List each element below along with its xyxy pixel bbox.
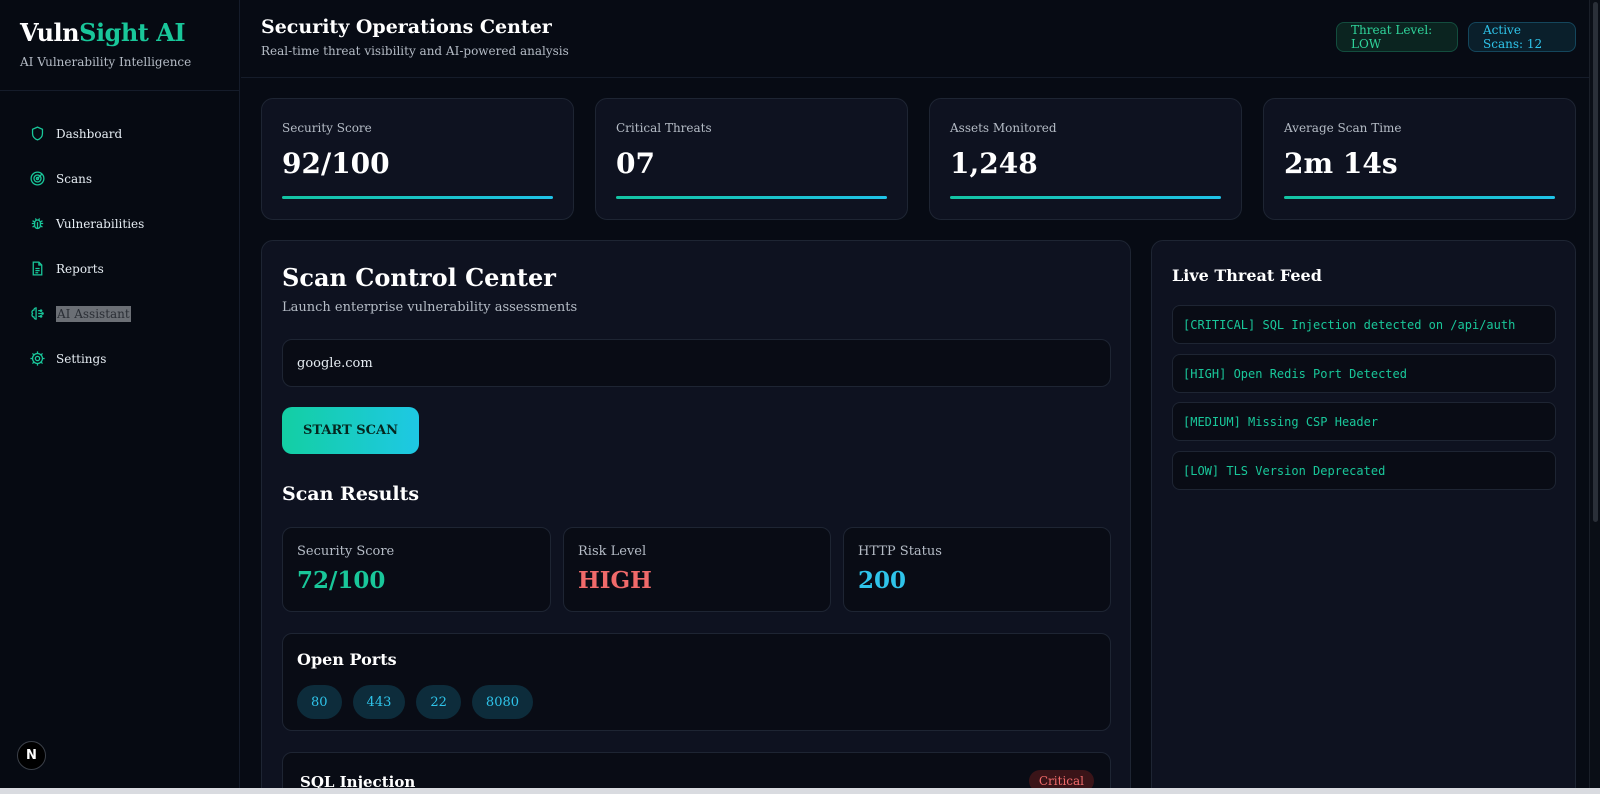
open-ports-card: Open Ports 80 443 22 8080 [282, 633, 1111, 731]
sidebar-item-label: Dashboard [56, 126, 123, 141]
result-label: Risk Level [578, 544, 647, 559]
vertical-scrollbar[interactable] [1589, 0, 1600, 794]
stat-value: 2m 14s [1284, 147, 1398, 180]
threat-feed-title: Live Threat Feed [1172, 266, 1322, 285]
sidebar-item-reports[interactable]: Reports [0, 246, 239, 291]
page-header: Security Operations Center Real-time thr… [241, 0, 1600, 78]
stat-label: Security Score [282, 121, 372, 135]
sidebar-item-vulnerabilities[interactable]: Vulnerabilities [0, 201, 239, 246]
active-scans-badge: Active Scans: 12 [1468, 22, 1576, 52]
threat-level-badge: Threat Level: LOW [1336, 22, 1458, 52]
scan-panel-title: Scan Control Center [282, 263, 556, 292]
radar-icon [28, 170, 46, 188]
stat-label: Critical Threats [616, 121, 712, 135]
bottom-taskbar-strip [0, 788, 1600, 794]
result-value: 200 [858, 567, 907, 594]
port-chip: 443 [352, 685, 406, 719]
stat-card-security-score: Security Score 92/100 [261, 98, 574, 220]
brand-name-part2: Sight AI [79, 18, 186, 47]
scan-control-panel: Scan Control Center Launch enterprise vu… [261, 240, 1131, 794]
page-subtitle: Real-time threat visibility and AI-power… [261, 44, 569, 58]
result-value: 72/100 [297, 567, 386, 594]
stat-card-average-scan-time: Average Scan Time 2m 14s [1263, 98, 1576, 220]
sidebar-item-ai-assistant[interactable]: AI Assistant [0, 291, 239, 336]
dev-tools-badge[interactable]: N [17, 741, 46, 770]
app-root: VulnSight AI AI Vulnerability Intelligen… [0, 0, 1600, 794]
brand-logo[interactable]: VulnSight AI [20, 18, 219, 47]
feed-item[interactable]: [LOW] TLS Version Deprecated [1172, 451, 1556, 490]
open-ports-title: Open Ports [297, 650, 397, 669]
sidebar-item-dashboard[interactable]: Dashboard [0, 111, 239, 156]
stat-label: Assets Monitored [950, 121, 1057, 135]
sidebar-item-label: Reports [56, 261, 104, 276]
brain-icon [28, 305, 46, 323]
gear-icon [28, 350, 46, 368]
scan-target-input[interactable] [282, 339, 1111, 387]
start-scan-button[interactable]: START SCAN [282, 407, 419, 454]
result-card-risk-level: Risk Level HIGH [563, 527, 831, 612]
scan-panel-subtitle: Launch enterprise vulnerability assessme… [282, 300, 578, 315]
shield-icon [28, 125, 46, 143]
sidebar-item-scans[interactable]: Scans [0, 156, 239, 201]
live-threat-feed: Live Threat Feed [CRITICAL] SQL Injectio… [1151, 240, 1576, 794]
feed-item[interactable]: [CRITICAL] SQL Injection detected on /ap… [1172, 305, 1556, 344]
port-chip: 22 [416, 685, 461, 719]
stat-card-critical-threats: Critical Threats 07 [595, 98, 908, 220]
sidebar-item-label: Scans [56, 171, 92, 186]
result-label: Security Score [297, 544, 395, 559]
stat-value: 1,248 [950, 147, 1038, 180]
sidebar-item-label: Vulnerabilities [56, 216, 145, 231]
bug-icon [28, 215, 46, 233]
sidebar-item-label: AI Assistant [56, 305, 131, 322]
result-card-security-score: Security Score 72/100 [282, 527, 551, 612]
scrollbar-thumb[interactable] [1593, 2, 1598, 522]
brand-subtitle: AI Vulnerability Intelligence [20, 55, 192, 69]
brand: VulnSight AI AI Vulnerability Intelligen… [0, 0, 239, 91]
sidebar-item-settings[interactable]: Settings [0, 336, 239, 381]
stat-bar [616, 196, 887, 199]
file-text-icon [28, 260, 46, 278]
port-chip: 8080 [471, 685, 534, 719]
brand-name-part1: Vuln [20, 18, 80, 47]
scan-results-title: Scan Results [282, 483, 420, 505]
stat-bar [282, 196, 553, 199]
stat-value: 07 [616, 147, 655, 180]
stat-value: 92/100 [282, 147, 390, 180]
port-chip: 80 [297, 685, 342, 719]
sidebar: VulnSight AI AI Vulnerability Intelligen… [0, 0, 240, 794]
feed-item[interactable]: [HIGH] Open Redis Port Detected [1172, 354, 1556, 393]
result-value: HIGH [578, 567, 652, 594]
page-title: Security Operations Center [261, 16, 552, 38]
sidebar-item-label: Settings [56, 351, 107, 366]
stat-bar [950, 196, 1221, 199]
feed-item[interactable]: [MEDIUM] Missing CSP Header [1172, 402, 1556, 441]
stat-card-assets-monitored: Assets Monitored 1,248 [929, 98, 1242, 220]
result-label: HTTP Status [858, 544, 942, 559]
sidebar-nav: Dashboard Scans Vulnerabilities Reports … [0, 91, 239, 381]
port-list: 80 443 22 8080 [297, 685, 534, 719]
stat-bar [1284, 196, 1555, 199]
result-card-http-status: HTTP Status 200 [843, 527, 1111, 612]
stat-label: Average Scan Time [1284, 121, 1402, 135]
